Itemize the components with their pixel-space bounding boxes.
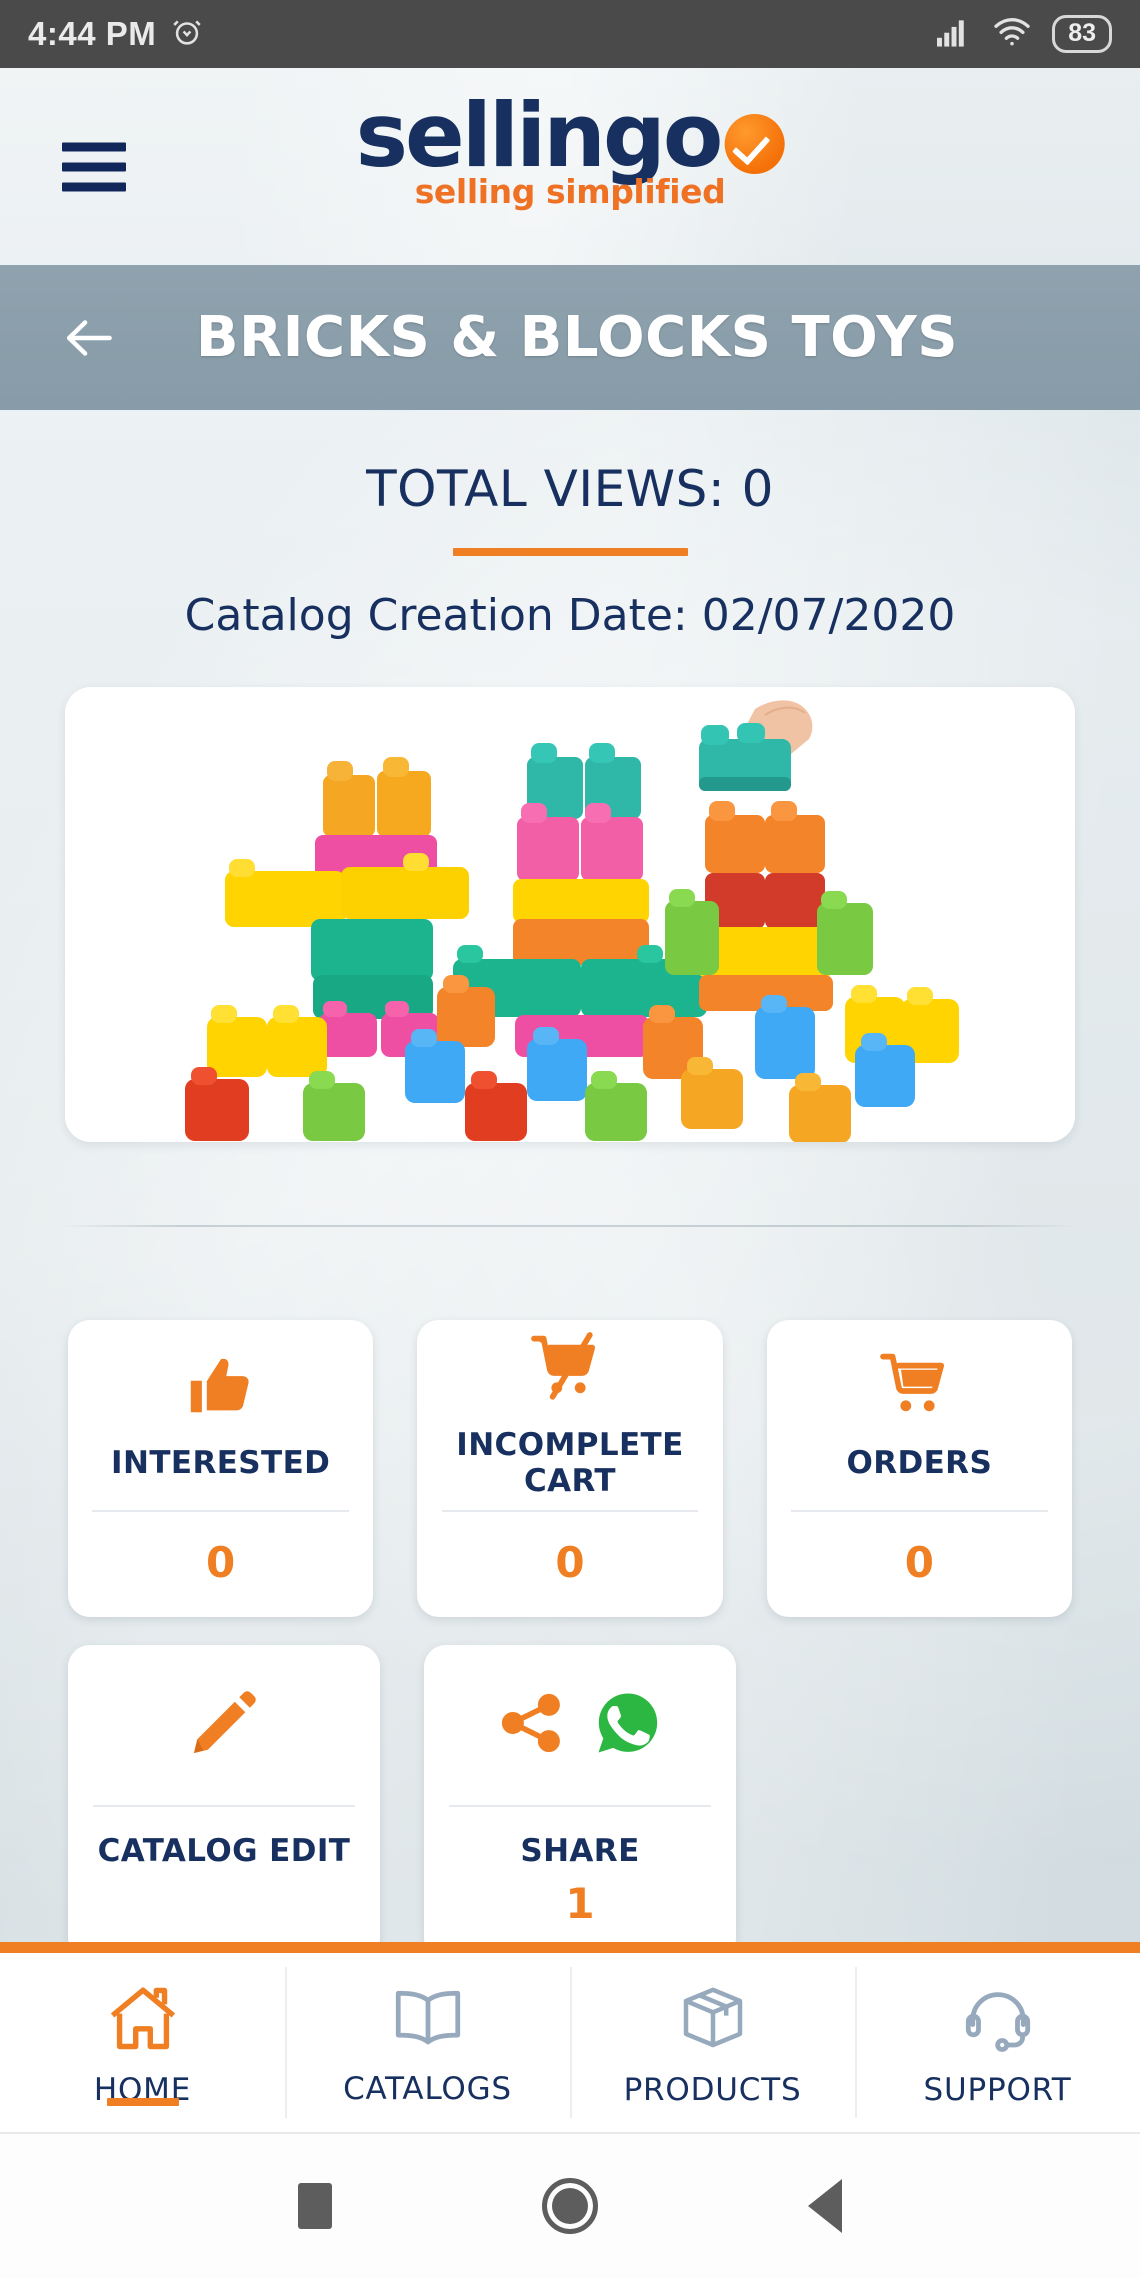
whatsapp-icon[interactable] [594, 1689, 662, 1762]
nav-active-indicator [106, 2098, 179, 2106]
nav-item-support[interactable]: SUPPORT [855, 1953, 1140, 2132]
nav-label-products: PRODUCTS [623, 2072, 802, 2108]
app-screen: 4:44 PM 83 sellingo selling simplified B… [0, 0, 1140, 2278]
square-recents-icon[interactable] [298, 2183, 332, 2229]
book-icon [390, 1984, 466, 2057]
orders-icons [880, 1349, 958, 1427]
back-arrow-icon[interactable] [58, 307, 120, 369]
product-image-card[interactable] [65, 687, 1075, 1142]
incomplete-cart-card-top: INCOMPLETE CART [417, 1320, 722, 1510]
box-icon [677, 1983, 749, 2058]
interested-icons [184, 1349, 258, 1427]
nav-label-catalogs: CATALOGS [343, 2071, 512, 2107]
status-bar-clock: 4:44 PM [28, 15, 157, 52]
colorful-building-blocks-photo [65, 687, 1075, 1142]
logo-wordmark: sellingo [355, 84, 724, 187]
interested-card[interactable]: INTERESTED 0 [68, 1320, 374, 1617]
section-divider [58, 1225, 1082, 1227]
status-bar-right: 83 [934, 15, 1112, 53]
pencil-icon [188, 1687, 260, 1764]
orders-label: ORDERS [846, 1445, 993, 1481]
views-underline [452, 548, 688, 556]
share-icons [498, 1686, 662, 1764]
stat-cards-row-2: CATALOG EDIT SHARE 1 [68, 1645, 1072, 1960]
incomplete-cart-card[interactable]: INCOMPLETE CART 0 [417, 1320, 723, 1617]
nav-label-support: SUPPORT [923, 2072, 1072, 2108]
app-header: sellingo selling simplified [0, 68, 1140, 265]
catalog-edit-card-top [68, 1645, 380, 1805]
catalog-edit-label: CATALOG EDIT [97, 1833, 351, 1869]
nav-item-products[interactable]: PRODUCTS [570, 1953, 855, 2132]
orders-card[interactable]: ORDERS 0 [766, 1320, 1072, 1617]
circle-home-icon[interactable] [542, 2178, 598, 2234]
catalog-edit-icons [188, 1686, 260, 1764]
logo-tagline: selling simplified [414, 171, 726, 211]
android-navigation-bar [0, 2132, 1140, 2278]
incomplete-cart-label: INCOMPLETE CART [456, 1427, 684, 1499]
nav-item-catalogs[interactable]: CATALOGS [285, 1953, 570, 2132]
catalog-edit-card-bottom: CATALOG EDIT [98, 1807, 351, 1901]
nav-item-home[interactable]: HOME [0, 1953, 285, 2132]
share-label: SHARE [520, 1833, 640, 1869]
alarm-clock-icon [170, 15, 204, 54]
thumbs-up-icon [184, 1349, 258, 1428]
logo-wordmark-row: sellingo [355, 84, 785, 187]
headset-icon [962, 1983, 1034, 2058]
orders-card-top: ORDERS [767, 1320, 1072, 1510]
home-icon [105, 1983, 181, 2058]
orders-count: 0 [904, 1538, 934, 1587]
catalog-edit-card[interactable]: CATALOG EDIT [68, 1645, 380, 1960]
stat-cards-row-1: INTERESTED 0 INCOMPLETE CART 0 ORDERS 0 [68, 1320, 1072, 1617]
interested-label: INTERESTED [111, 1445, 331, 1481]
shopping-cart-icon [880, 1350, 958, 1427]
share-card-top [424, 1645, 736, 1805]
share-card-bottom: SHARE 1 [520, 1807, 639, 1960]
sellingo-logo[interactable]: sellingo selling simplified [355, 84, 785, 211]
total-views-label: TOTAL VIEWS: 0 [366, 460, 774, 518]
catalog-title-bar: BRICKS & BLOCKS TOYS [0, 265, 1140, 410]
stat-cards-grid: INTERESTED 0 INCOMPLETE CART 0 ORDERS 0 … [0, 1320, 1140, 1960]
orange-check-circle-icon [724, 113, 785, 174]
battery-indicator: 83 [1052, 15, 1112, 53]
cart-slash-icon [531, 1331, 609, 1410]
share-nodes-icon[interactable] [498, 1690, 564, 1761]
interested-card-top: INTERESTED [68, 1320, 373, 1510]
page-body: TOTAL VIEWS: 0 Catalog Creation Date: 02… [0, 410, 1140, 1960]
share-card[interactable]: SHARE 1 [424, 1645, 736, 1960]
incomplete-cart-count: 0 [555, 1538, 585, 1587]
triangle-back-icon[interactable] [808, 2179, 842, 2233]
incomplete-cart-icons [531, 1331, 609, 1409]
cellular-signal-icon [934, 16, 972, 53]
page-title: BRICKS & BLOCKS TOYS [195, 305, 959, 370]
status-bar-left: 4:44 PM [28, 15, 204, 54]
android-status-bar: 4:44 PM 83 [0, 0, 1140, 68]
share-count: 1 [565, 1879, 595, 1928]
bottom-navigation-bar: HOME CATALOGS PRODUCTS SUPPORT [0, 1942, 1140, 2132]
interested-count: 0 [206, 1538, 236, 1587]
wifi-icon [992, 16, 1032, 53]
hamburger-menu-icon[interactable] [62, 142, 126, 191]
catalog-creation-date: Catalog Creation Date: 02/07/2020 [184, 590, 956, 641]
